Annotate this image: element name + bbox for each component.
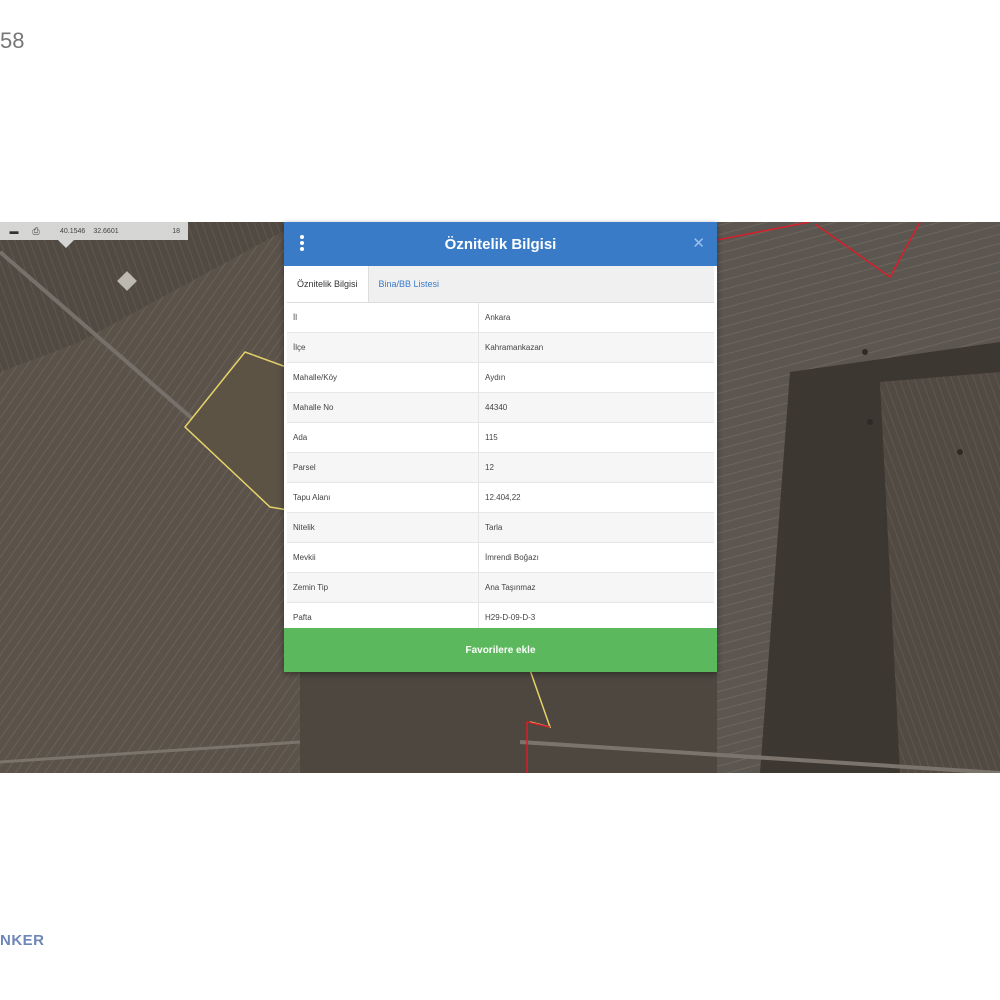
tab-building-list[interactable]: Bina/BB Listesi	[369, 266, 450, 302]
table-row: Ada 115	[287, 422, 714, 453]
table-row: İl Ankara	[287, 303, 714, 333]
add-to-favorites-button[interactable]: Favorilere ekle	[284, 628, 717, 672]
kebab-menu-icon[interactable]	[300, 235, 304, 253]
table-row: Tapu Alanı 12.404,22	[287, 482, 714, 513]
map-tree	[867, 419, 873, 425]
zoom-level: 18	[172, 227, 180, 235]
map-toolbar: ▬ ⎙ 40.1546 32.6601 18	[0, 222, 188, 240]
coordinate-lat: 40.1546	[60, 227, 86, 235]
page-corner-text: 58	[0, 28, 25, 53]
row-key: Tapu Alanı	[287, 482, 479, 513]
row-key: Parsel	[287, 452, 479, 483]
row-key: Mahalle/Köy	[287, 362, 479, 393]
row-key: Mevkii	[287, 542, 479, 573]
row-value: Aydın	[478, 362, 714, 393]
row-key: İlçe	[287, 332, 479, 363]
table-row: Mahalle No 44340	[287, 392, 714, 423]
row-key: Ada	[287, 422, 479, 453]
row-key: Zemin Tip	[287, 572, 479, 603]
row-key: Mahalle No	[287, 392, 479, 423]
dialog-header: Öznitelik Bilgisi ✕	[284, 222, 717, 266]
table-row: Zemin Tip Ana Taşınmaz	[287, 572, 714, 603]
attribute-table: İl Ankara İlçe Kahramankazan Mahalle/Köy Ay…	[287, 303, 714, 633]
map-tree	[957, 449, 963, 455]
row-value: 44340	[478, 392, 714, 423]
table-row: Mevkii İmrendi Boğazı	[287, 542, 714, 573]
row-value: 12	[478, 452, 714, 483]
row-value: Ankara	[478, 303, 714, 333]
table-row: İlçe Kahramankazan	[287, 332, 714, 363]
row-value: 115	[478, 422, 714, 453]
row-value: Tarla	[478, 512, 714, 543]
print-icon[interactable]: ⎙	[28, 226, 44, 237]
field-far-east	[880, 372, 1000, 773]
tab-attribute-info[interactable]: Öznitelik Bilgisi	[287, 266, 369, 302]
minus-icon[interactable]: ▬	[6, 226, 22, 236]
table-row: Mahalle/Köy Aydın	[287, 362, 714, 393]
dialog-tabs: Öznitelik Bilgisi Bina/BB Listesi	[287, 266, 714, 303]
dialog-title: Öznitelik Bilgisi	[444, 235, 557, 253]
map-tree	[862, 349, 868, 355]
row-key: Nitelik	[287, 512, 479, 543]
close-icon[interactable]: ✕	[692, 234, 705, 252]
row-key: İl	[287, 303, 479, 333]
row-value: İmrendi Boğazı	[478, 542, 714, 573]
row-value: 12.404,22	[478, 482, 714, 513]
attribute-dialog: Öznitelik Bilgisi ✕ Öznitelik Bilgisi Bi…	[284, 222, 717, 672]
coordinate-lon: 32.6601	[93, 227, 119, 235]
toolbar-pointer	[58, 240, 74, 248]
table-row: Nitelik Tarla	[287, 512, 714, 543]
page-footer-text: NKER	[0, 932, 45, 949]
row-value: Ana Taşınmaz	[478, 572, 714, 603]
row-value: Kahramankazan	[478, 332, 714, 363]
table-row: Parsel 12	[287, 452, 714, 483]
